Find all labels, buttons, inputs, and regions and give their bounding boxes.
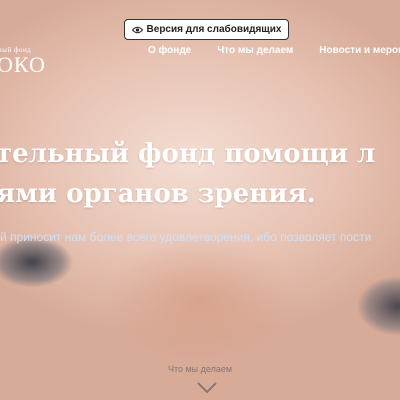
main-menu: О фонде Что мы делаем Новости и меропр [148,45,400,56]
hero-subline: й приносит нам более всего удовлетворени… [0,230,372,244]
chevron-down-icon[interactable] [196,381,218,395]
hero-heading: тельный фонд помощи л ями органов зрения… [0,134,400,214]
menu-item-what-we-do[interactable]: Что мы делаем [217,45,293,56]
scroll-down-label[interactable]: Что мы делаем [0,364,400,374]
low-vision-version-button[interactable]: Версия для слабовидящих [124,19,289,40]
top-navigation: ный фонд ОКО Версия для слабовидящих О ф… [0,0,400,77]
hero-heading-line-2: ями органов зрения. [0,179,316,209]
logo-big-text: ОКО [0,52,46,77]
hero-heading-line-1: тельный фонд помощи л [0,139,376,169]
low-vision-button-label: Версия для слабовидящих [146,24,282,35]
hero-background: ный фонд ОКО Версия для слабовидящих О ф… [0,0,400,400]
menu-item-news[interactable]: Новости и меропр [319,45,400,56]
menu-item-about[interactable]: О фонде [148,45,191,56]
eye-icon [131,26,143,33]
